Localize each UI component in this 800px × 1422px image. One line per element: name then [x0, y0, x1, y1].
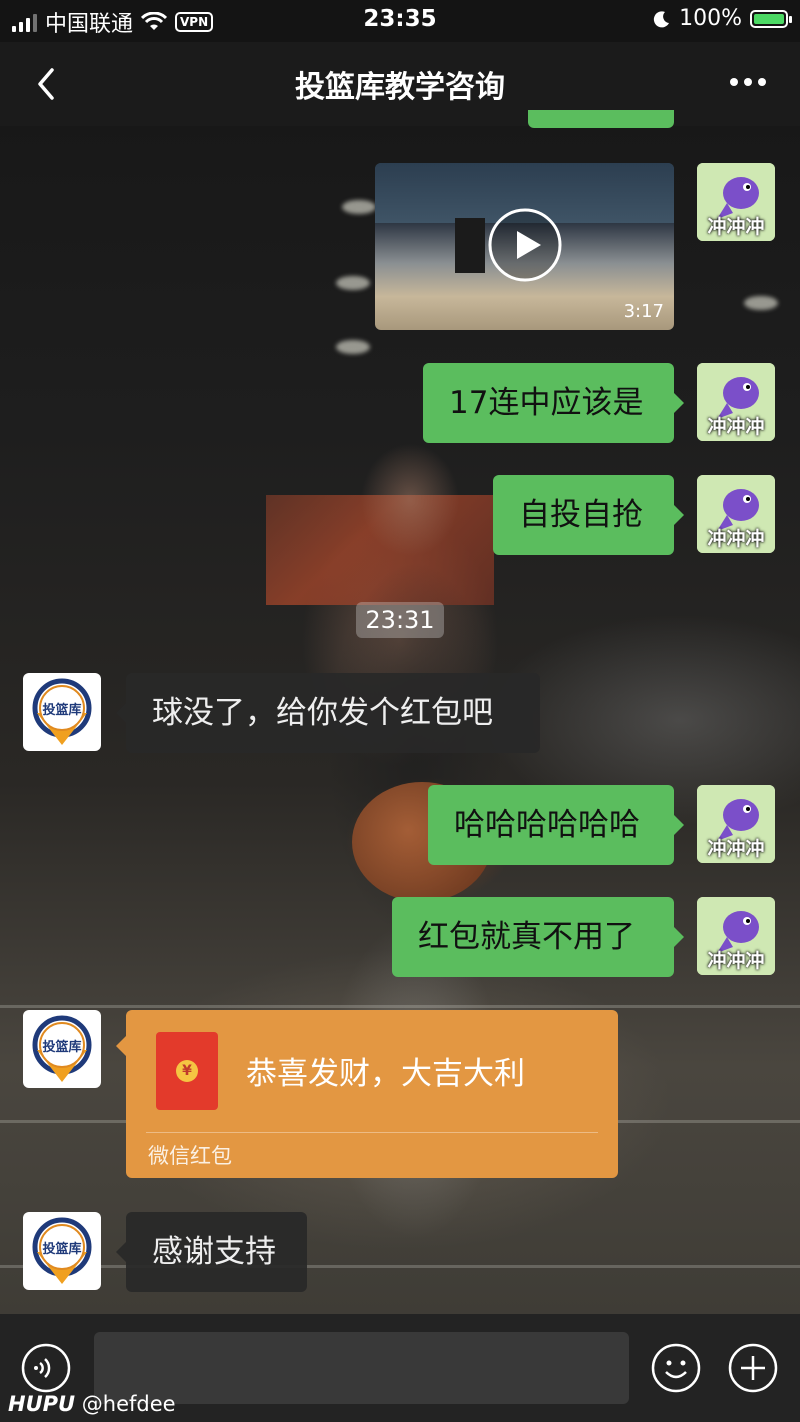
message-bubble-received[interactable]: 球没了，给你发个红包吧 — [116, 673, 540, 753]
message-timestamp: 23:31 — [356, 602, 444, 638]
avatar-logo-text: 投篮库 — [42, 1241, 81, 1257]
avatar-caption: 冲冲冲 — [707, 950, 765, 972]
chat-title: 投篮库教学咨询 — [295, 70, 505, 105]
avatar-caption: 冲冲冲 — [707, 838, 765, 860]
video-message[interactable]: 3:17 — [375, 163, 674, 330]
contact-avatar[interactable]: 投篮库 — [23, 1212, 101, 1290]
watermark-brand: HUPU — [8, 1392, 76, 1416]
more-icon[interactable] — [726, 70, 770, 94]
add-icon[interactable] — [727, 1342, 779, 1394]
red-envelope-icon: ¥ — [156, 1032, 218, 1110]
avatar-caption: 冲冲冲 — [707, 528, 765, 550]
video-duration: 3:17 — [623, 301, 664, 322]
red-packet-divider — [146, 1132, 598, 1133]
avatar-caption: 冲冲冲 — [707, 216, 765, 238]
video-thumbnail-pole — [455, 218, 485, 273]
contact-avatar[interactable]: 投篮库 — [23, 673, 101, 751]
yuan-coin-icon: ¥ — [176, 1060, 198, 1082]
moon-icon — [653, 10, 670, 27]
status-right: 100% — [653, 6, 792, 31]
voice-input-icon[interactable] — [20, 1342, 72, 1394]
my-avatar[interactable]: 冲冲冲 — [697, 363, 775, 441]
red-packet-title: 恭喜发财，大吉大利 — [246, 1056, 525, 1092]
ceiling-light — [336, 276, 370, 290]
contact-avatar[interactable]: 投篮库 — [23, 1010, 101, 1088]
battery-percent: 100% — [679, 6, 742, 31]
my-avatar[interactable]: 冲冲冲 — [697, 897, 775, 975]
avatar-logo-text: 投篮库 — [42, 702, 81, 718]
battery-icon — [750, 9, 792, 28]
my-avatar[interactable]: 冲冲冲 — [697, 163, 775, 241]
ceiling-light — [336, 340, 370, 354]
message-bubble-sent[interactable]: 红包就真不用了 — [392, 897, 684, 977]
message-bubble-sent[interactable]: 自投自抢 — [493, 475, 684, 555]
avatar-caption: 冲冲冲 — [707, 416, 765, 438]
watermark-user: @hefdee — [81, 1392, 176, 1416]
ceiling-light — [342, 200, 376, 214]
emoji-icon[interactable] — [650, 1342, 702, 1394]
red-packet-label: 微信红包 — [148, 1144, 232, 1168]
status-bar: 中国联通 VPN 23:35 100% — [0, 0, 800, 42]
basketball-logo-icon: 投篮库 — [32, 1015, 92, 1082]
basketball-logo-icon: 投篮库 — [32, 1217, 92, 1284]
message-bubble-received[interactable]: 感谢支持 — [116, 1212, 307, 1292]
message-bubble-sent[interactable]: 哈哈哈哈哈哈 — [428, 785, 684, 865]
partial-message-bubble — [528, 110, 674, 128]
red-packet-message[interactable]: ¥ 恭喜发财，大吉大利 微信红包 — [116, 1010, 618, 1178]
ceiling-light — [744, 296, 778, 310]
my-avatar[interactable]: 冲冲冲 — [697, 475, 775, 553]
avatar-logo-text: 投篮库 — [42, 1039, 81, 1055]
watermark: HUPU @hefdee — [8, 1392, 176, 1416]
nav-bar: 投篮库教学咨询 — [0, 42, 800, 126]
message-bubble-sent[interactable]: 17连中应该是 — [423, 363, 684, 443]
play-icon[interactable] — [487, 207, 563, 283]
basketball-logo-icon: 投篮库 — [32, 678, 92, 745]
my-avatar[interactable]: 冲冲冲 — [697, 785, 775, 863]
